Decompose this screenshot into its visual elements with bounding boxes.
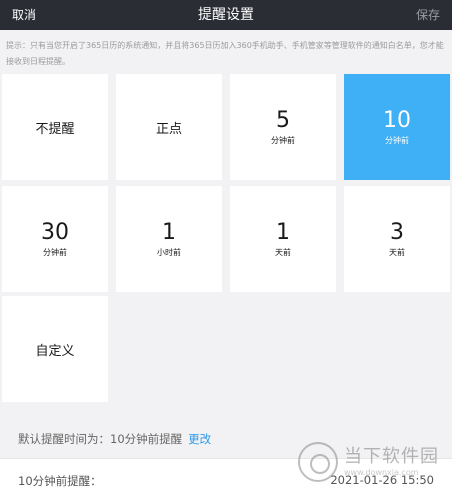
notification-hint: 提示：只有当您开启了365日历的系统通知，并且将365日历加入360手机助手、手… <box>6 41 444 66</box>
reminder-entry-label: 10分钟前提醒： <box>18 474 102 488</box>
cancel-button[interactable]: 取消 <box>12 0 36 30</box>
option-custom[interactable]: 自定义 <box>2 296 108 402</box>
option-30-minutes[interactable]: 30 分钟前 <box>2 186 108 292</box>
save-button[interactable]: 保存 <box>416 0 440 30</box>
option-no-reminder[interactable]: 不提醒 <box>2 74 108 180</box>
watermark-url: www.downxia.com <box>344 468 419 477</box>
default-reminder-text: 默认提醒时间为：10分钟前提醒 <box>18 432 183 446</box>
watermark-logo-icon <box>298 442 338 482</box>
option-label: 自定义 <box>35 343 75 359</box>
watermark-text: 当下软件园 <box>344 446 439 467</box>
option-unit: 小时前 <box>157 248 181 257</box>
option-3-days[interactable]: 3 天前 <box>344 186 450 292</box>
option-label: 正点 <box>155 121 182 137</box>
option-value: 10 <box>383 108 411 133</box>
option-on-time[interactable]: 正点 <box>116 74 222 180</box>
option-value: 5 <box>276 108 290 133</box>
option-unit: 天前 <box>389 248 405 257</box>
change-default-link[interactable]: 更改 <box>188 432 211 446</box>
watermark: 当下软件园 www.downxia.com <box>298 436 448 488</box>
option-unit: 分钟前 <box>385 136 409 145</box>
option-5-minutes[interactable]: 5 分钟前 <box>230 74 336 180</box>
option-10-minutes-selected[interactable]: 10 分钟前 <box>344 74 450 180</box>
option-value: 1 <box>162 220 176 245</box>
option-label: 不提醒 <box>35 121 75 137</box>
option-value: 1 <box>276 220 290 245</box>
option-1-hour[interactable]: 1 小时前 <box>116 186 222 292</box>
header-bar: 取消 提醒设置 保存 <box>0 0 452 30</box>
option-value: 30 <box>41 220 69 245</box>
page-title: 提醒设置 <box>198 7 254 23</box>
option-unit: 分钟前 <box>271 136 295 145</box>
option-unit: 分钟前 <box>43 248 67 257</box>
option-unit: 天前 <box>275 248 291 257</box>
option-value: 3 <box>390 220 404 245</box>
option-1-day[interactable]: 1 天前 <box>230 186 336 292</box>
default-reminder-row: 默认提醒时间为：10分钟前提醒 更改 <box>18 430 211 448</box>
